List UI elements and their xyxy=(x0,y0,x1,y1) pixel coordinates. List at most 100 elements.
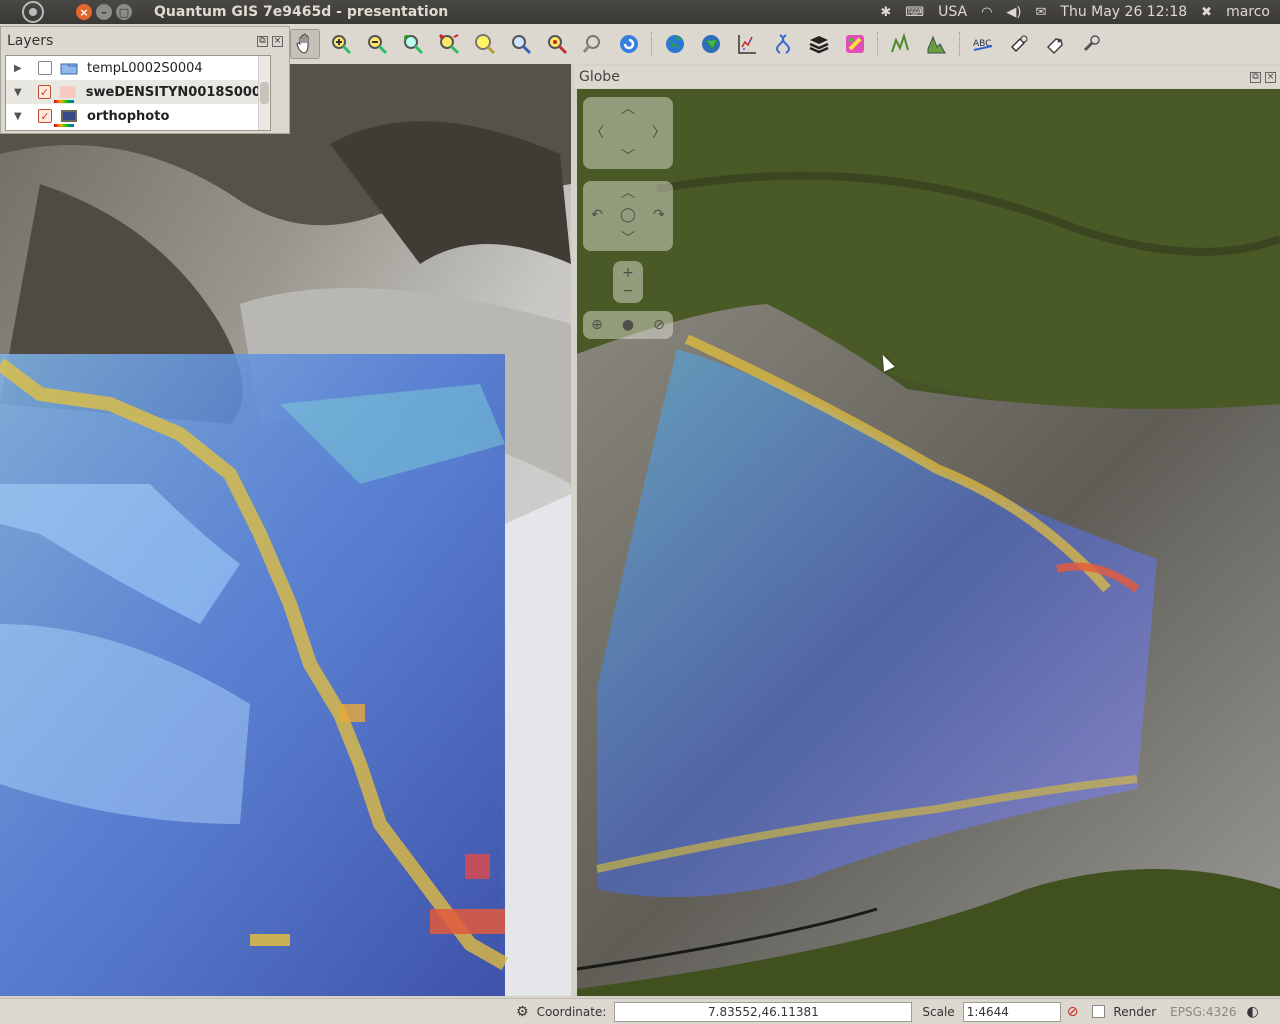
expand-arrow-icon[interactable]: ▶ xyxy=(14,63,26,74)
status-bar: ⚙ Coordinate: 7.83552,46.11381 Scale 1:4… xyxy=(0,998,1280,1024)
layer-name: sweDENSITYN0018S0004 xyxy=(85,84,270,100)
pan-down-icon[interactable]: ﹀ xyxy=(618,147,638,167)
zoom-layer-icon[interactable] xyxy=(470,29,500,59)
raster-layer-icon xyxy=(61,110,77,122)
pan-right-icon[interactable]: 〉 xyxy=(649,123,669,143)
stop-render-icon[interactable]: ⊘ xyxy=(1067,1004,1079,1020)
scale-value: 1:4644 xyxy=(966,1004,1009,1019)
coordinate-field[interactable]: 7.83552,46.11381 xyxy=(614,1001,913,1022)
plugin-icon[interactable] xyxy=(1004,29,1034,59)
layer-name: tempL0002S0004 xyxy=(87,60,203,76)
pan-left-icon[interactable]: 〈 xyxy=(587,123,607,143)
terrain-scene[interactable] xyxy=(577,89,1280,996)
collapse-arrow-icon[interactable]: ▼ xyxy=(14,111,26,122)
color-ramp-icon xyxy=(54,124,74,127)
layer-item[interactable]: ▼ ✓ sweDENSITYN0018S0004 xyxy=(6,80,270,104)
toolbar-separator xyxy=(959,32,961,56)
bluetooth-icon[interactable]: ✱ xyxy=(880,5,891,20)
home-view-icon[interactable]: ⊕ xyxy=(587,315,607,335)
window-title: Quantum GIS 7e9465d - presentation xyxy=(154,4,449,20)
tag-icon[interactable] xyxy=(1040,29,1070,59)
graph-icon[interactable] xyxy=(886,29,916,59)
clock[interactable]: Thu May 26 12:18 xyxy=(1060,4,1187,20)
layer-name: orthophoto xyxy=(87,108,170,124)
layer-list-scrollbar[interactable] xyxy=(258,56,270,130)
layer-item[interactable]: ▶ tempL0002S0004 xyxy=(6,56,270,80)
message-log-icon[interactable]: ◐ xyxy=(1246,1004,1258,1020)
window-maximize-button[interactable]: □ xyxy=(116,4,132,20)
zoom-in-icon[interactable] xyxy=(326,29,356,59)
collapse-arrow-icon[interactable]: ▼ xyxy=(14,87,26,98)
plot-icon[interactable] xyxy=(732,29,762,59)
window-close-button[interactable]: × xyxy=(76,4,92,20)
crs-status[interactable]: EPSG:4326 xyxy=(1170,1005,1236,1019)
sync-view-icon[interactable]: ● xyxy=(618,315,638,335)
scale-input[interactable]: 1:4644 xyxy=(962,1001,1061,1022)
window-minimize-button[interactable]: – xyxy=(96,4,112,20)
profile-icon[interactable] xyxy=(922,29,952,59)
zoom-out-icon[interactable]: − xyxy=(618,281,638,301)
ubuntu-logo-icon[interactable] xyxy=(22,1,44,23)
rotate-control[interactable]: ︿ ↶ ◯ ↷ ﹀ xyxy=(583,181,673,251)
rotate-left-icon[interactable]: ↶ xyxy=(587,205,607,225)
refresh-icon[interactable] xyxy=(614,29,644,59)
zoom-native-icon[interactable] xyxy=(506,29,536,59)
close-icon[interactable]: × xyxy=(272,35,283,47)
zoom-control[interactable]: + − xyxy=(613,261,643,303)
tilt-up-icon[interactable]: ︿ xyxy=(618,183,638,203)
volume-icon[interactable]: ◀) xyxy=(1006,5,1021,20)
dna-icon[interactable] xyxy=(768,29,798,59)
layer-visibility-checkbox[interactable]: ✓ xyxy=(37,85,52,99)
globe-3d-view[interactable]: ︿ 〈 〉 ﹀ ︿ ↶ ◯ ↷ ﹀ + − ⊕ ● ⊘ xyxy=(577,89,1280,996)
tilt-down-icon[interactable]: ﹀ xyxy=(618,229,638,249)
layers-panel-title: Layers xyxy=(7,33,54,49)
layer-visibility-checkbox[interactable]: ✓ xyxy=(38,109,52,123)
globe-panel-header: Globe ⧉ × xyxy=(574,66,1280,88)
undock-icon[interactable]: ⧉ xyxy=(1250,71,1261,83)
zoom-last-icon[interactable] xyxy=(542,29,572,59)
globe-settings-icon[interactable] xyxy=(696,29,726,59)
reset-orientation-icon[interactable]: ◯ xyxy=(618,205,638,225)
render-checkbox[interactable] xyxy=(1092,1005,1106,1018)
pan-up-icon[interactable]: ︿ xyxy=(618,99,638,119)
orthophoto-map[interactable] xyxy=(0,64,571,996)
coordinate-label: Coordinate: xyxy=(536,1004,607,1019)
coordinate-toggle-icon[interactable]: ⚙ xyxy=(516,1004,529,1020)
undock-icon[interactable]: ⧉ xyxy=(257,35,268,47)
toolbar-separator xyxy=(877,32,879,56)
toolbar-separator xyxy=(651,32,653,56)
map-canvas[interactable] xyxy=(0,64,571,996)
layers-icon[interactable] xyxy=(804,29,834,59)
layer-tree: ▶ tempL0002S0004 ▼ ✓ sweDENSITYN0018S000… xyxy=(5,55,271,131)
system-top-panel: × – □ Quantum GIS 7e9465d - presentation… xyxy=(0,0,1280,24)
pan-icon[interactable] xyxy=(290,29,320,59)
zoom-selection-icon[interactable] xyxy=(434,29,464,59)
user-name[interactable]: marco xyxy=(1226,4,1270,20)
refresh-view-icon[interactable]: ⊘ xyxy=(649,315,669,335)
mail-icon[interactable]: ✉ xyxy=(1035,5,1046,20)
globe-icon[interactable] xyxy=(660,29,690,59)
color-ramp-icon xyxy=(54,100,74,103)
zoom-in-icon[interactable]: + xyxy=(618,263,638,283)
pan-control[interactable]: ︿ 〈 〉 ﹀ xyxy=(583,97,673,169)
zoom-next-icon[interactable] xyxy=(578,29,608,59)
rotate-right-icon[interactable]: ↷ xyxy=(649,205,669,225)
coordinate-value: 7.83552,46.11381 xyxy=(708,1004,819,1019)
color-icon[interactable] xyxy=(840,29,870,59)
settings-icon[interactable] xyxy=(1076,29,1106,59)
scale-label: Scale xyxy=(922,1004,955,1019)
layer-item[interactable]: ▼ ✓ orthophoto xyxy=(6,104,270,128)
wifi-icon[interactable]: ◠ xyxy=(981,5,992,20)
zoom-out-icon[interactable] xyxy=(362,29,392,59)
map-navigation-toolbar: ABC xyxy=(288,24,1280,64)
raster-layer-icon xyxy=(60,86,76,98)
view-control[interactable]: ⊕ ● ⊘ xyxy=(583,311,673,339)
layer-visibility-checkbox[interactable] xyxy=(38,61,52,75)
raster-layer-icon xyxy=(60,63,78,75)
keyboard-layout[interactable]: USA xyxy=(938,4,967,20)
label-icon[interactable]: ABC xyxy=(968,29,998,59)
zoom-full-icon[interactable] xyxy=(398,29,428,59)
close-icon[interactable]: × xyxy=(1265,71,1276,83)
user-icon[interactable]: ✖ xyxy=(1201,5,1212,20)
keyboard-icon[interactable]: ⌨ xyxy=(905,5,924,20)
